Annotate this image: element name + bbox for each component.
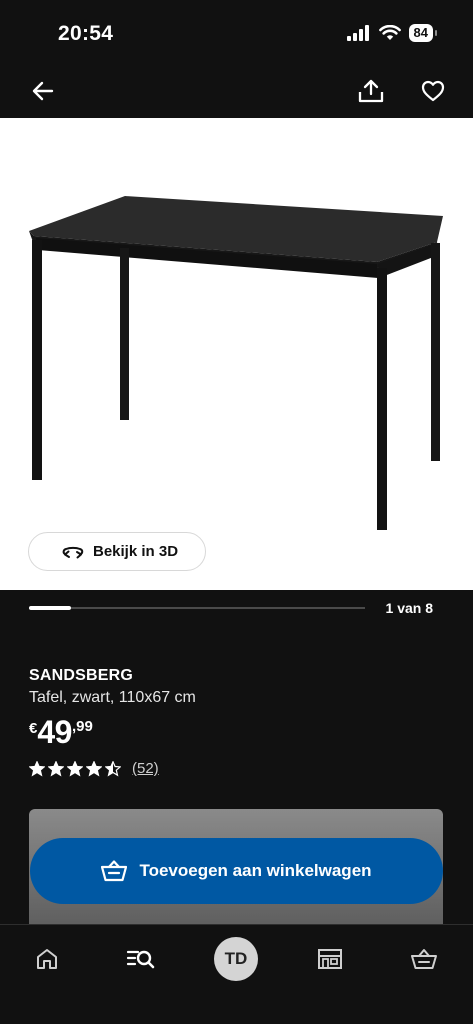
image-counter: 1 van 8	[385, 600, 433, 616]
avatar: TD	[214, 937, 258, 981]
nav-home[interactable]	[25, 937, 69, 981]
add-to-cart-label: Toevoegen aan winkelwagen	[139, 861, 372, 880]
wifi-icon	[378, 25, 401, 40]
price-decimal: ,99	[71, 718, 93, 735]
product-image[interactable]	[0, 118, 473, 590]
home-icon	[37, 949, 57, 969]
carousel-progress-track	[29, 606, 365, 610]
rotate-3d-icon	[62, 546, 84, 558]
search-list-icon	[126, 950, 155, 969]
store-icon	[318, 949, 342, 969]
battery-indicator: 84	[408, 24, 438, 42]
price-currency: €	[29, 720, 38, 737]
product-name: SANDSBERG	[29, 667, 134, 684]
price-whole: 49	[37, 714, 72, 750]
status-time: 20:54	[58, 22, 114, 45]
product-rating[interactable]: (52)	[29, 760, 159, 777]
status-bar: 20:54 84	[0, 0, 473, 60]
signal-icon	[346, 25, 369, 41]
carousel-progress-fill	[29, 606, 71, 610]
star-half-icon	[105, 760, 121, 776]
top-nav	[0, 60, 473, 118]
star-full-icon	[67, 760, 83, 776]
rating-stars	[29, 760, 121, 777]
nav-profile[interactable]: TD	[214, 937, 258, 981]
view-3d-label: Bekijk in 3D	[93, 543, 179, 560]
nav-search[interactable]	[119, 937, 163, 981]
status-icons: 84	[346, 24, 438, 42]
add-to-cart-button[interactable]: Toevoegen aan winkelwagen	[30, 838, 443, 904]
image-carousel-indicator: 1 van 8	[0, 590, 473, 630]
product-description: Tafel, zwart, 110x67 cm	[29, 689, 196, 706]
table-illustration	[29, 196, 443, 530]
review-count-link[interactable]: (52)	[132, 760, 159, 777]
bottom-nav: TD	[0, 924, 473, 1024]
basket-icon	[101, 860, 128, 882]
nav-cart[interactable]	[402, 937, 446, 981]
back-button[interactable]	[23, 71, 63, 111]
arrow-left-icon	[32, 81, 54, 101]
star-full-icon	[29, 760, 45, 776]
star-full-icon	[86, 760, 102, 776]
view-3d-button[interactable]: Bekijk in 3D	[28, 532, 206, 571]
star-full-icon	[48, 760, 64, 776]
nav-stores[interactable]	[308, 937, 352, 981]
share-button[interactable]	[351, 71, 391, 111]
heart-icon	[421, 80, 445, 102]
favorite-button[interactable]	[413, 71, 453, 111]
share-icon	[358, 79, 384, 103]
product-price: € 49 ,99	[29, 714, 93, 750]
basket-icon	[411, 949, 437, 969]
